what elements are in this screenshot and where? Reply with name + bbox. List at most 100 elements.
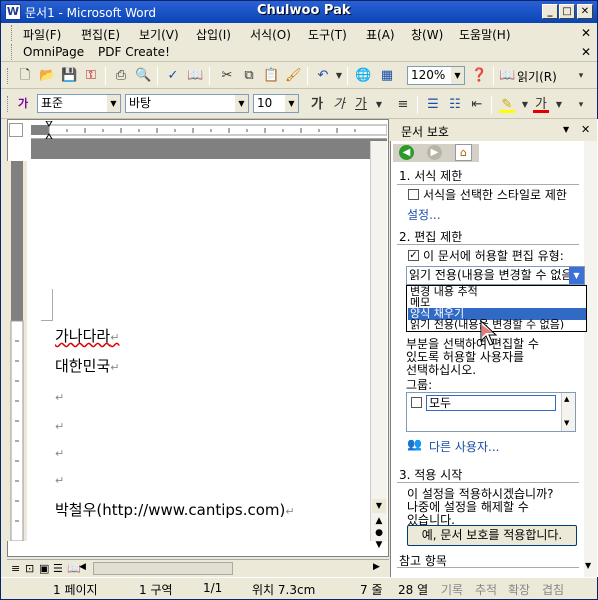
format-painter-icon[interactable]: 🖌 bbox=[285, 68, 302, 84]
word-app-icon[interactable]: W bbox=[5, 4, 21, 20]
grip-handle[interactable] bbox=[7, 68, 10, 84]
doc-empty-paragraph[interactable]: ↵ bbox=[55, 474, 64, 487]
status-position[interactable]: 위치 7.3cm bbox=[252, 581, 315, 598]
grip-handle[interactable] bbox=[11, 25, 14, 41]
doc-empty-paragraph[interactable]: ↵ bbox=[55, 447, 64, 460]
menu-tools[interactable]: 도구(T) bbox=[308, 26, 347, 43]
scroll-down-icon[interactable]: ▼ bbox=[564, 419, 569, 427]
more-users-link[interactable]: 다른 사용자... bbox=[429, 438, 499, 455]
undo-dropdown-icon[interactable]: ▼ bbox=[331, 68, 347, 84]
reading-layout-label[interactable]: 읽기(R) bbox=[517, 68, 557, 85]
doc-empty-paragraph[interactable]: ↵ bbox=[55, 391, 64, 404]
doc-empty-paragraph[interactable]: ↵ bbox=[55, 420, 64, 433]
bullets-icon[interactable]: ☷ bbox=[447, 97, 463, 113]
forward-icon[interactable]: ▶ bbox=[427, 145, 442, 160]
menu-omnipage[interactable]: OmniPage bbox=[23, 45, 84, 59]
italic-button[interactable]: 가 bbox=[331, 97, 347, 113]
chevron-down-icon[interactable]: ▼ bbox=[235, 95, 248, 112]
scroll-left-icon[interactable]: ◀ bbox=[79, 562, 86, 572]
underline-button[interactable]: 가 bbox=[353, 97, 369, 113]
insert-table-icon[interactable]: ▦ bbox=[379, 68, 395, 84]
status-section[interactable]: 1 구역 bbox=[139, 581, 173, 598]
align-justify-icon[interactable]: ≡ bbox=[395, 97, 411, 113]
toolbar-options-icon[interactable]: ▾ bbox=[573, 68, 589, 84]
horizontal-scroll-thumb[interactable] bbox=[93, 562, 233, 575]
horizontal-ruler[interactable] bbox=[31, 120, 388, 140]
menu-help[interactable]: 도움말(H) bbox=[459, 26, 511, 43]
outline-view-icon[interactable]: ☰ bbox=[53, 562, 63, 575]
home-icon[interactable]: ⌂ bbox=[455, 144, 472, 161]
grip-handle[interactable] bbox=[7, 96, 10, 112]
web-view-icon[interactable]: ⊡ bbox=[25, 562, 34, 575]
hyperlink-icon[interactable]: 🌐 bbox=[355, 68, 371, 84]
style-select[interactable]: 표준 ▼ bbox=[37, 94, 121, 113]
maximize-button[interactable]: □ bbox=[559, 4, 575, 19]
status-record-macro[interactable]: 기록 bbox=[441, 581, 463, 598]
formatting-restriction-checkbox[interactable] bbox=[408, 189, 419, 200]
toolbar-options-icon[interactable]: ▾ bbox=[573, 97, 589, 113]
status-extend[interactable]: 확장 bbox=[508, 581, 530, 598]
print-preview-icon[interactable]: 🔍 bbox=[135, 68, 151, 84]
doc-line-7[interactable]: 박철우(http://www.cantips.com)↵ bbox=[55, 499, 295, 520]
menu-pdf-create[interactable]: PDF Create! bbox=[98, 45, 170, 59]
status-track-changes[interactable]: 추적 bbox=[475, 581, 497, 598]
print-icon[interactable]: ⎙ bbox=[113, 68, 129, 84]
research-icon[interactable]: 📖 bbox=[187, 68, 203, 84]
status-page[interactable]: 1 페이지 bbox=[53, 581, 98, 598]
minimize-button[interactable]: _ bbox=[542, 4, 558, 19]
vertical-ruler[interactable] bbox=[7, 161, 27, 542]
group-everyone-checkbox[interactable] bbox=[411, 397, 422, 408]
font-size-select[interactable]: 10 ▼ bbox=[253, 94, 299, 113]
print-view-icon[interactable]: ▣ bbox=[39, 562, 49, 575]
menu-close-icon[interactable]: ✕ bbox=[581, 26, 591, 40]
highlight-dropdown-icon[interactable]: ▼ bbox=[517, 97, 533, 113]
vertical-scrollbar[interactable]: ▼ ▲ ● ▼ bbox=[370, 141, 387, 550]
underline-dropdown-icon[interactable]: ▼ bbox=[371, 97, 387, 113]
bold-button[interactable]: 가 bbox=[309, 97, 325, 113]
editing-type-select[interactable]: 읽기 전용(내용을 변경할 수 없음) ▼ bbox=[406, 266, 585, 285]
menu-edit[interactable]: 편집(E) bbox=[81, 26, 120, 43]
browse-object-icon[interactable]: ● bbox=[372, 527, 386, 539]
group-everyone-label[interactable]: 모두 bbox=[426, 395, 556, 411]
start-enforcement-button[interactable]: 예, 문서 보호를 적용합니다. bbox=[407, 525, 577, 546]
chevron-down-icon[interactable]: ▼ bbox=[569, 267, 584, 284]
open-folder-icon[interactable]: 📂 bbox=[39, 68, 55, 84]
chevron-down-icon[interactable]: ▼ bbox=[451, 67, 464, 84]
title-bar[interactable]: W 문서1 - Microsoft Word Chulwoo Pak _ □ ✕ bbox=[1, 1, 597, 23]
task-pane-menu-icon[interactable]: ▼ bbox=[563, 125, 569, 134]
font-color-dropdown-icon[interactable]: ▼ bbox=[551, 97, 567, 113]
zoom-select[interactable]: 120% ▼ bbox=[407, 66, 465, 85]
groups-list[interactable]: 모두 ▲ ▼ bbox=[406, 392, 576, 432]
horizontal-scrollbar[interactable]: ≡ ⊡ ▣ ☰ 📖 ◀ ▶ bbox=[7, 559, 389, 576]
status-overtype[interactable]: 겹침 bbox=[542, 581, 564, 598]
highlight-icon[interactable]: ✎ bbox=[499, 97, 515, 113]
font-color-button[interactable]: 가 bbox=[533, 97, 549, 113]
status-line[interactable]: 7 줄 bbox=[360, 581, 383, 598]
decrease-indent-icon[interactable]: ⇤ bbox=[469, 97, 485, 113]
formatting-settings-link[interactable]: 설정... bbox=[407, 206, 441, 223]
chevron-down-icon[interactable]: ▼ bbox=[285, 95, 298, 112]
task-pane-close-icon[interactable]: ✕ bbox=[581, 123, 590, 136]
normal-view-icon[interactable]: ≡ bbox=[11, 562, 20, 575]
help-icon[interactable]: ❓ bbox=[471, 68, 487, 84]
menu-view[interactable]: 보기(V) bbox=[139, 26, 179, 43]
paste-icon[interactable]: 📋 bbox=[263, 68, 279, 84]
status-column[interactable]: 28 열 bbox=[398, 581, 428, 598]
tab-selector-icon[interactable] bbox=[9, 123, 23, 137]
styles-pane-icon[interactable]: 가 bbox=[15, 96, 31, 112]
new-document-icon[interactable]: 🗋 bbox=[17, 68, 33, 84]
font-select[interactable]: 바탕 ▼ bbox=[125, 94, 249, 113]
close-button[interactable]: ✕ bbox=[577, 4, 593, 19]
menu-table[interactable]: 표(A) bbox=[366, 26, 395, 43]
doc-line-1[interactable]: 가나다라↵ bbox=[55, 325, 119, 346]
next-page-icon[interactable]: ▼ bbox=[372, 539, 386, 551]
previous-page-icon[interactable]: ▲ bbox=[372, 515, 386, 527]
scroll-right-icon[interactable]: ▶ bbox=[373, 562, 380, 572]
permission-icon[interactable]: ⚿ bbox=[83, 68, 99, 84]
groups-scrollbar[interactable]: ▲ ▼ bbox=[561, 393, 575, 431]
menu-format[interactable]: 서식(O) bbox=[250, 26, 291, 43]
scroll-down-icon[interactable]: ▼ bbox=[372, 499, 386, 513]
grip-handle[interactable] bbox=[11, 44, 14, 60]
numbering-icon[interactable]: ☰ bbox=[425, 97, 441, 113]
editing-restriction-checkbox[interactable]: ✓ bbox=[408, 250, 419, 261]
